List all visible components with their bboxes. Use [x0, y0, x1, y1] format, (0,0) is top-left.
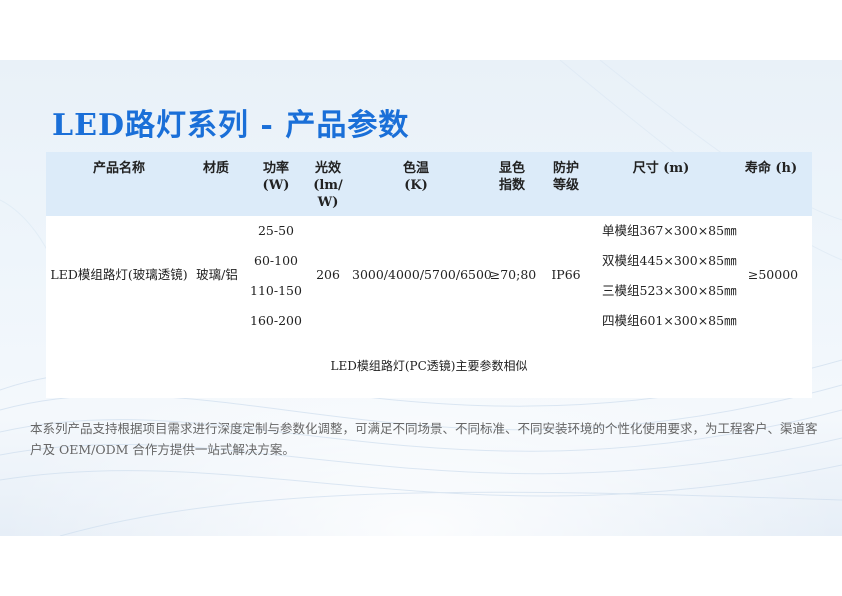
cell-product-name: LED模组路灯(玻璃透镜) — [50, 267, 188, 282]
description-line-2: 户及 OEM/ODM 合作方提供一站式解决方案。 — [30, 442, 295, 457]
cell-size-4: 四模组601×300×85㎜ — [602, 313, 737, 328]
cell-power-4: 160-200 — [250, 313, 302, 328]
page-title: LED路灯系列 - 产品参数 — [52, 108, 410, 143]
description-paragraph: 本系列产品支持根据项目需求进行深度定制与参数化调整，可满足不同场景、不同标准、不… — [30, 418, 830, 460]
header-cri: 显色 指数 — [498, 161, 525, 193]
header-size: 尺寸 (m) — [632, 161, 690, 176]
cell-size-3: 三模组523×300×85㎜ — [602, 283, 737, 298]
cell-material: 玻璃/铝 — [196, 267, 238, 282]
cell-cct: 3000/4000/5700/6500 — [352, 267, 492, 282]
header-power: 功率 (W) — [262, 161, 290, 193]
cell-power-1: 25-50 — [257, 223, 295, 238]
table-row: LED模组路灯(玻璃透镜) 玻璃/铝 25-50 60-100 110-150 … — [46, 216, 812, 398]
header-efficacy: 光效 (lm/ W) — [313, 161, 343, 210]
header-cct: 色温 (K) — [402, 161, 429, 193]
cell-cri: ≥70;80 — [489, 267, 537, 282]
cell-size-1: 单模组367×300×85㎜ — [602, 223, 737, 238]
product-parameter-table: 产品名称 材质 功率 (W) 光效 (lm/ W) 色温 (K) 显色 指数 防… — [46, 152, 812, 398]
header-life: 寿命 (h) — [744, 161, 798, 176]
description-line-1: 本系列产品支持根据项目需求进行深度定制与参数化调整，可满足不同场景、不同标准、不… — [30, 421, 818, 436]
table-note: LED模组路灯(PC透镜)主要参数相似 — [330, 359, 528, 373]
header-product-name: 产品名称 — [92, 161, 145, 176]
cell-ip: IP66 — [551, 267, 581, 282]
cell-power-2: 60-100 — [254, 253, 298, 268]
header-ip: 防护 等级 — [552, 161, 579, 193]
cell-size-2: 双模组445×300×85㎜ — [602, 253, 737, 268]
cell-life: ≥50000 — [747, 267, 799, 282]
cell-power-3: 110-150 — [250, 283, 302, 298]
table-header-row: 产品名称 材质 功率 (W) 光效 (lm/ W) 色温 (K) 显色 指数 防… — [46, 152, 812, 216]
header-material: 材质 — [202, 161, 229, 176]
cell-efficacy: 206 — [316, 267, 340, 282]
